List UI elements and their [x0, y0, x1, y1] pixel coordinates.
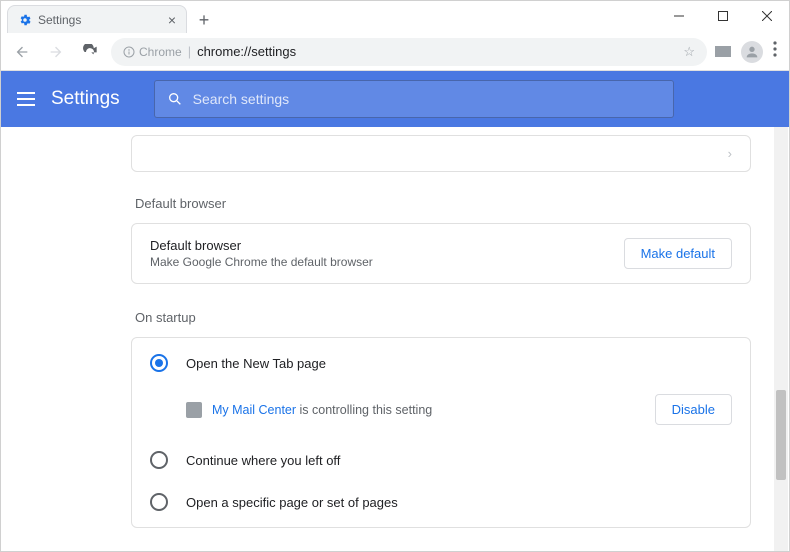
option-label: Continue where you left off: [186, 453, 340, 468]
default-browser-card: Default browser Make Google Chrome the d…: [131, 223, 751, 284]
tab-title: Settings: [38, 13, 81, 27]
page-title: Settings: [51, 88, 120, 110]
manage-search-engines-row[interactable]: Manage search engines ›: [131, 135, 751, 172]
disable-extension-button[interactable]: Disable: [655, 394, 732, 425]
omnibox-prefix: Chrome: [139, 45, 182, 59]
on-startup-card: Open the New Tab page My Mail Center is …: [131, 337, 751, 528]
search-input[interactable]: [193, 91, 661, 107]
browser-toolbar: Chrome | chrome://settings ☆: [1, 33, 789, 71]
address-bar[interactable]: Chrome | chrome://settings ☆: [111, 38, 707, 66]
profile-avatar-icon[interactable]: [741, 41, 763, 63]
omnibox-divider: |: [188, 44, 191, 59]
option-label: Open a specific page or set of pages: [186, 495, 398, 510]
section-title-default-browser: Default browser: [135, 196, 751, 211]
kebab-menu-icon[interactable]: [773, 41, 777, 62]
make-default-button[interactable]: Make default: [624, 238, 732, 269]
section-title-on-startup: On startup: [135, 310, 751, 325]
reload-button[interactable]: [77, 39, 103, 65]
option-label: Open the New Tab page: [186, 356, 326, 371]
radio-checked-icon[interactable]: [150, 354, 168, 372]
startup-option-new-tab[interactable]: Open the New Tab page: [132, 342, 750, 384]
back-button[interactable]: [9, 39, 35, 65]
default-browser-title: Default browser: [150, 238, 373, 253]
startup-option-specific-pages[interactable]: Open a specific page or set of pages: [132, 481, 750, 523]
radio-unchecked-icon[interactable]: [150, 451, 168, 469]
scrollbar-thumb[interactable]: [776, 390, 786, 480]
forward-button[interactable]: [43, 39, 69, 65]
vertical-scrollbar[interactable]: [774, 127, 788, 551]
settings-gear-icon: [18, 13, 32, 27]
chevron-right-icon: ›: [728, 146, 732, 161]
browser-tab[interactable]: Settings ×: [7, 5, 187, 33]
window-close-button[interactable]: [745, 1, 789, 31]
settings-search[interactable]: [154, 80, 674, 118]
window-maximize-button[interactable]: [701, 1, 745, 31]
settings-header: Settings: [1, 71, 789, 127]
default-browser-subtitle: Make Google Chrome the default browser: [150, 255, 373, 269]
extension-icon: [186, 402, 202, 418]
site-info-icon[interactable]: Chrome: [123, 45, 182, 59]
close-tab-icon[interactable]: ×: [168, 12, 176, 28]
rect-icon[interactable]: [715, 46, 731, 57]
hamburger-menu-icon[interactable]: [15, 88, 37, 110]
window-titlebar: Settings × +: [1, 1, 789, 33]
extension-suffix: is controlling this setting: [296, 403, 432, 417]
window-minimize-button[interactable]: [657, 1, 701, 31]
omnibox-url: chrome://settings: [197, 44, 296, 59]
search-icon: [167, 91, 183, 107]
extension-controlling-notice: My Mail Center is controlling this setti…: [132, 384, 750, 439]
bookmark-star-icon[interactable]: ☆: [683, 44, 695, 60]
new-tab-button[interactable]: +: [191, 7, 217, 33]
startup-option-continue[interactable]: Continue where you left off: [132, 439, 750, 481]
extension-name-link[interactable]: My Mail Center: [212, 403, 296, 417]
radio-unchecked-icon[interactable]: [150, 493, 168, 511]
